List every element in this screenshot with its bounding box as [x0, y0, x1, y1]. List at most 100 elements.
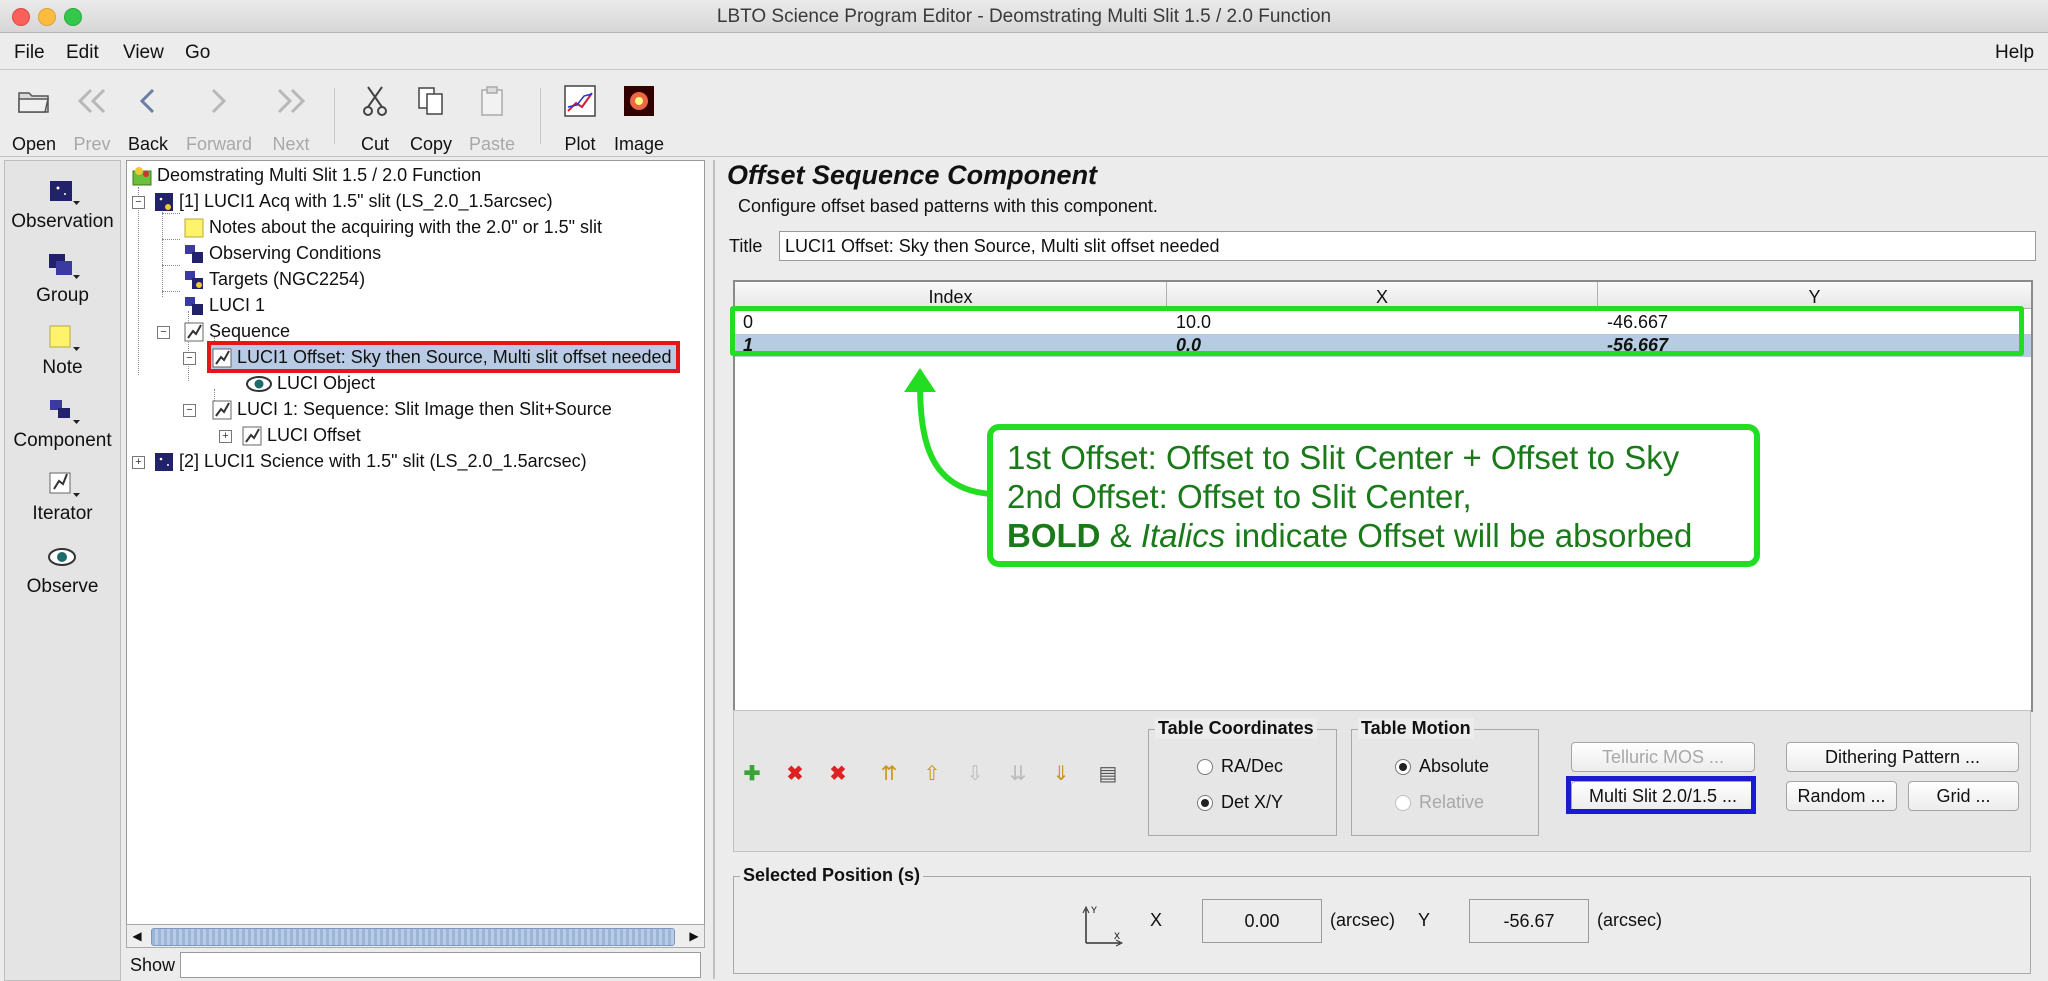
image-button[interactable]: Image	[607, 80, 671, 155]
palette-observation[interactable]: Observation	[5, 173, 120, 233]
tree-item-notes[interactable]: Notes about the acquiring with the 2.0" …	[183, 215, 602, 239]
tree-root-label: Deomstrating Multi Slit 1.5 / 2.0 Functi…	[157, 165, 482, 185]
tree-item-luci-object[interactable]: LUCI Object	[245, 371, 375, 395]
table-header-y[interactable]: Y	[1598, 282, 2031, 309]
note-icon	[49, 325, 80, 351]
tree-item-targets[interactable]: Targets (NGC2254)	[183, 267, 365, 291]
radio-ra-dec[interactable]: RA/Dec	[1197, 756, 1283, 777]
grid-button[interactable]: Grid ...	[1908, 781, 2019, 811]
palette-iterator[interactable]: Iterator	[5, 465, 120, 525]
back-button[interactable]: Back	[116, 80, 180, 155]
next-label: Next	[272, 134, 310, 154]
palette-note[interactable]: Note	[5, 319, 120, 379]
offset-iterator-icon	[242, 426, 262, 446]
collapse-toggle[interactable]: −	[183, 352, 196, 365]
collapse-toggle[interactable]: −	[157, 326, 170, 339]
program-tree[interactable]: Deomstrating Multi Slit 1.5 / 2.0 Functi…	[126, 160, 705, 932]
palette-observe[interactable]: Observe	[5, 538, 120, 598]
palette-component[interactable]: Component	[5, 392, 120, 452]
tree-item-luci1-label: LUCI 1	[209, 295, 266, 315]
next-button[interactable]: Next	[259, 80, 323, 155]
move-to-icon[interactable]: ⇓	[1049, 762, 1073, 786]
tree-item-luci-sequence-label: LUCI 1: Sequence: Slit Image then Slit+S…	[237, 399, 612, 419]
move-down-icon[interactable]: ⇩	[963, 762, 987, 786]
show-filter-input[interactable]	[180, 952, 701, 978]
delete-row-icon[interactable]: ✖	[783, 762, 807, 786]
prev-label: Prev	[73, 134, 111, 154]
plot-label: Plot	[564, 134, 596, 154]
menu-go[interactable]: Go	[185, 42, 210, 64]
menu-view[interactable]: View	[123, 42, 164, 64]
tree-item-obs1[interactable]: [1] LUCI1 Acq with 1.5" slit (LS_2.0_1.5…	[153, 189, 553, 213]
delete-all-icon[interactable]: ✖	[826, 762, 850, 786]
tree-item-obs2[interactable]: [2] LUCI1 Science with 1.5" slit (LS_2.0…	[153, 449, 587, 473]
rows-highlight	[730, 306, 2024, 356]
radio-relative[interactable]: Relative	[1395, 792, 1484, 813]
sequence-icon	[184, 322, 204, 342]
cut-button[interactable]: Cut	[343, 80, 407, 155]
axes-icon: Y X	[1082, 905, 1124, 947]
tree-horizontal-scrollbar[interactable]: ◀ ▶	[126, 924, 705, 948]
radio-ra-dec-circle[interactable]	[1197, 759, 1213, 776]
open-button[interactable]: Open	[2, 80, 66, 155]
palette-group[interactable]: Group	[5, 247, 120, 307]
table-coordinates-group: Table Coordinates RA/Dec Det X/Y	[1148, 718, 1337, 836]
menu-edit[interactable]: Edit	[66, 42, 99, 64]
palette-component-label: Component	[13, 430, 112, 451]
title-input[interactable]: LUCI1 Offset: Sky then Source, Multi sli…	[779, 231, 2036, 261]
telluric-mos-button[interactable]: Telluric MOS ...	[1571, 742, 1755, 772]
tree-item-offset-selected[interactable]: LUCI1 Offset: Sky then Source, Multi sli…	[207, 341, 680, 373]
tree-root[interactable]: Deomstrating Multi Slit 1.5 / 2.0 Functi…	[131, 163, 481, 187]
move-bottom-icon[interactable]: ⇊	[1006, 762, 1030, 786]
annotation-line1: 1st Offset: Offset to Slit Center + Offs…	[1007, 439, 1680, 476]
selected-y-label: Y	[1418, 910, 1431, 930]
plot-button[interactable]: Plot	[548, 80, 612, 155]
tree-item-luci1[interactable]: LUCI 1	[183, 293, 265, 317]
iterator-icon	[49, 472, 80, 497]
tree-item-sequence[interactable]: Sequence	[183, 319, 290, 343]
back-label: Back	[127, 134, 169, 154]
random-button[interactable]: Random ...	[1786, 781, 1897, 811]
table-header-x[interactable]: X	[1167, 282, 1598, 309]
radio-absolute[interactable]: Absolute	[1395, 756, 1489, 777]
add-row-icon[interactable]: ✚	[740, 762, 764, 786]
move-top-icon[interactable]: ⇈	[877, 762, 901, 786]
selected-x-field[interactable]: 0.00	[1202, 899, 1322, 943]
expand-toggle[interactable]: +	[219, 430, 232, 443]
collapse-toggle[interactable]: −	[132, 196, 145, 209]
menu-file[interactable]: File	[14, 42, 45, 64]
selected-y-unit: (arcsec)	[1597, 910, 1663, 930]
table-header-index[interactable]: Index	[735, 282, 1167, 309]
radio-det-xy[interactable]: Det X/Y	[1197, 792, 1283, 813]
tree-item-luci-sequence[interactable]: LUCI 1: Sequence: Slit Image then Slit+S…	[211, 397, 612, 421]
tree-item-conditions[interactable]: Observing Conditions	[183, 241, 381, 265]
observation-icon	[49, 181, 80, 205]
clipboard-icon	[481, 86, 503, 116]
copy-icon	[418, 87, 443, 115]
menu-help[interactable]: Help	[1995, 42, 2034, 64]
group-icon	[48, 254, 80, 279]
table-motion-legend: Table Motion	[1358, 718, 1474, 739]
collapse-toggle[interactable]: −	[183, 404, 196, 417]
scroll-thumb[interactable]	[151, 928, 675, 946]
folder-icon	[18, 92, 49, 113]
move-up-icon[interactable]: ⇧	[920, 762, 944, 786]
dithering-pattern-button[interactable]: Dithering Pattern ...	[1786, 742, 2019, 772]
paste-button[interactable]: Paste	[460, 80, 524, 155]
scroll-left-arrow-icon[interactable]: ◀	[127, 925, 147, 947]
radio-relative-circle[interactable]	[1395, 795, 1411, 812]
scroll-right-arrow-icon[interactable]: ▶	[684, 925, 704, 947]
copy-button[interactable]: Copy	[399, 80, 463, 155]
radio-absolute-circle[interactable]	[1395, 759, 1411, 776]
show-label: Show	[130, 955, 176, 975]
tree-item-luci-offset[interactable]: LUCI Offset	[241, 423, 361, 447]
prev-button[interactable]: Prev	[60, 80, 124, 155]
selected-y-field[interactable]: -56.67	[1469, 899, 1589, 943]
paste-rows-icon[interactable]: ▤	[1096, 762, 1120, 786]
tree-item-obs1-label: [1] LUCI1 Acq with 1.5" slit (LS_2.0_1.5…	[179, 191, 553, 211]
forward-button[interactable]: Forward	[186, 80, 252, 155]
expand-toggle[interactable]: +	[132, 456, 145, 469]
radio-det-xy-circle[interactable]	[1197, 795, 1213, 812]
note-icon	[184, 218, 204, 238]
palette-observe-label: Observe	[26, 576, 99, 597]
